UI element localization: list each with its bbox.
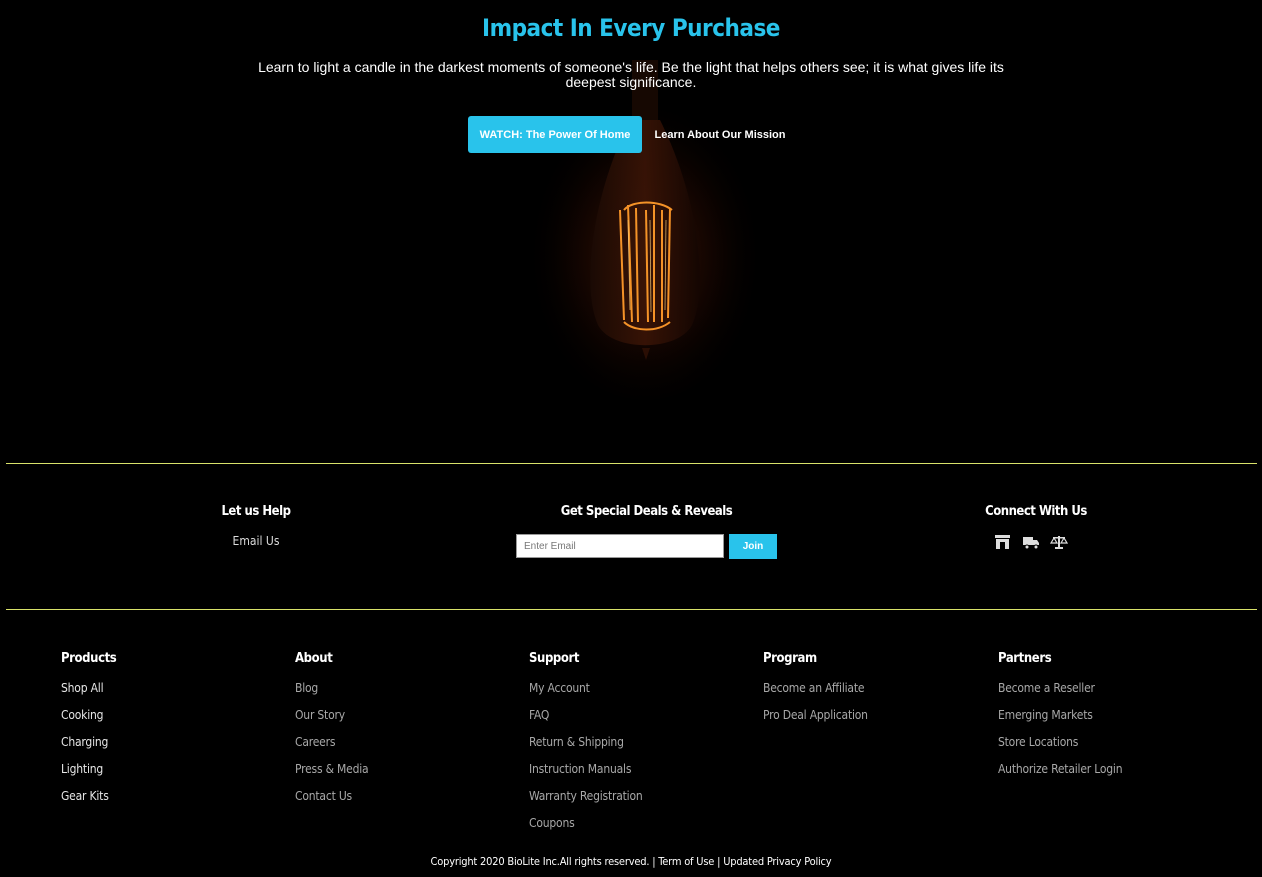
divider-top xyxy=(6,463,1257,464)
footer-link-shop-all[interactable]: Shop All xyxy=(61,679,261,706)
footer-link-careers[interactable]: Careers xyxy=(295,733,495,760)
footer-link-my-account[interactable]: My Account xyxy=(529,679,729,706)
footer-link-emerging-markets[interactable]: Emerging Markets xyxy=(998,706,1198,733)
footer-link-store-locations[interactable]: Store Locations xyxy=(998,733,1198,760)
watch-video-button[interactable]: WATCH: The Power Of Home xyxy=(468,116,642,153)
footer-column-about: About Blog Our Story Careers Press & Med… xyxy=(295,651,495,814)
email-field[interactable] xyxy=(516,534,724,558)
footer-link-instruction-manuals[interactable]: Instruction Manuals xyxy=(529,760,729,787)
hero-title: Impact In Every Purchase xyxy=(482,14,780,42)
footer-column-program: Program Become an Affiliate Pro Deal App… xyxy=(763,651,963,733)
footer-column-title: Products xyxy=(61,651,117,666)
footer-link-cooking[interactable]: Cooking xyxy=(61,706,261,733)
footer-column-title: About xyxy=(295,651,333,666)
footer-link-become-reseller[interactable]: Become a Reseller xyxy=(998,679,1198,706)
footer-link-press-media[interactable]: Press & Media xyxy=(295,760,495,787)
footer-link-gear-kits[interactable]: Gear Kits xyxy=(61,787,261,814)
footer-link-blog[interactable]: Blog xyxy=(295,679,495,706)
footer-link-pro-deal[interactable]: Pro Deal Application xyxy=(763,706,963,733)
hero-section: Impact In Every Purchase Learn to light … xyxy=(0,0,1262,440)
email-us-link[interactable]: Email Us xyxy=(196,534,316,548)
footer-link-charging[interactable]: Charging xyxy=(61,733,261,760)
footer-link-faq[interactable]: FAQ xyxy=(529,706,729,733)
store-icon[interactable] xyxy=(994,534,1012,550)
footer-link-coupons[interactable]: Coupons xyxy=(529,814,729,841)
footer-column-support: Support My Account FAQ Return & Shipping… xyxy=(529,651,729,841)
join-button[interactable]: Join xyxy=(729,534,777,559)
hero-subtitle: Learn to light a candle in the darkest m… xyxy=(258,59,1004,90)
footer-column-title: Program xyxy=(763,651,817,666)
footer-link-our-story[interactable]: Our Story xyxy=(295,706,495,733)
footer-column-partners: Partners Become a Reseller Emerging Mark… xyxy=(998,651,1198,787)
light-bulb-image xyxy=(525,60,760,400)
newsletter-heading: Get Special Deals & Reveals xyxy=(560,504,733,519)
footer-link-contact-us[interactable]: Contact Us xyxy=(295,787,495,814)
footer-link-warranty-registration[interactable]: Warranty Registration xyxy=(529,787,729,814)
footer-column-products: Products Shop All Cooking Charging Light… xyxy=(61,651,261,814)
footer-column-title: Partners xyxy=(998,651,1052,666)
help-heading: Let us Help xyxy=(221,504,291,519)
connect-heading: Connect With Us xyxy=(985,504,1087,519)
footer-link-retailer-login[interactable]: Authorize Retailer Login xyxy=(998,760,1198,787)
footer-link-become-affiliate[interactable]: Become an Affiliate xyxy=(763,679,963,706)
scale-icon[interactable] xyxy=(1050,534,1068,550)
copyright-text: Copyright 2020 BioLite Inc.All rights re… xyxy=(430,855,832,868)
footer-column-title: Support xyxy=(529,651,580,666)
footer-link-lighting[interactable]: Lighting xyxy=(61,760,261,787)
divider-bottom xyxy=(6,609,1257,610)
truck-icon[interactable] xyxy=(1022,534,1040,550)
mission-link[interactable]: Learn About Our Mission xyxy=(650,116,790,153)
footer-link-return-shipping[interactable]: Return & Shipping xyxy=(529,733,729,760)
